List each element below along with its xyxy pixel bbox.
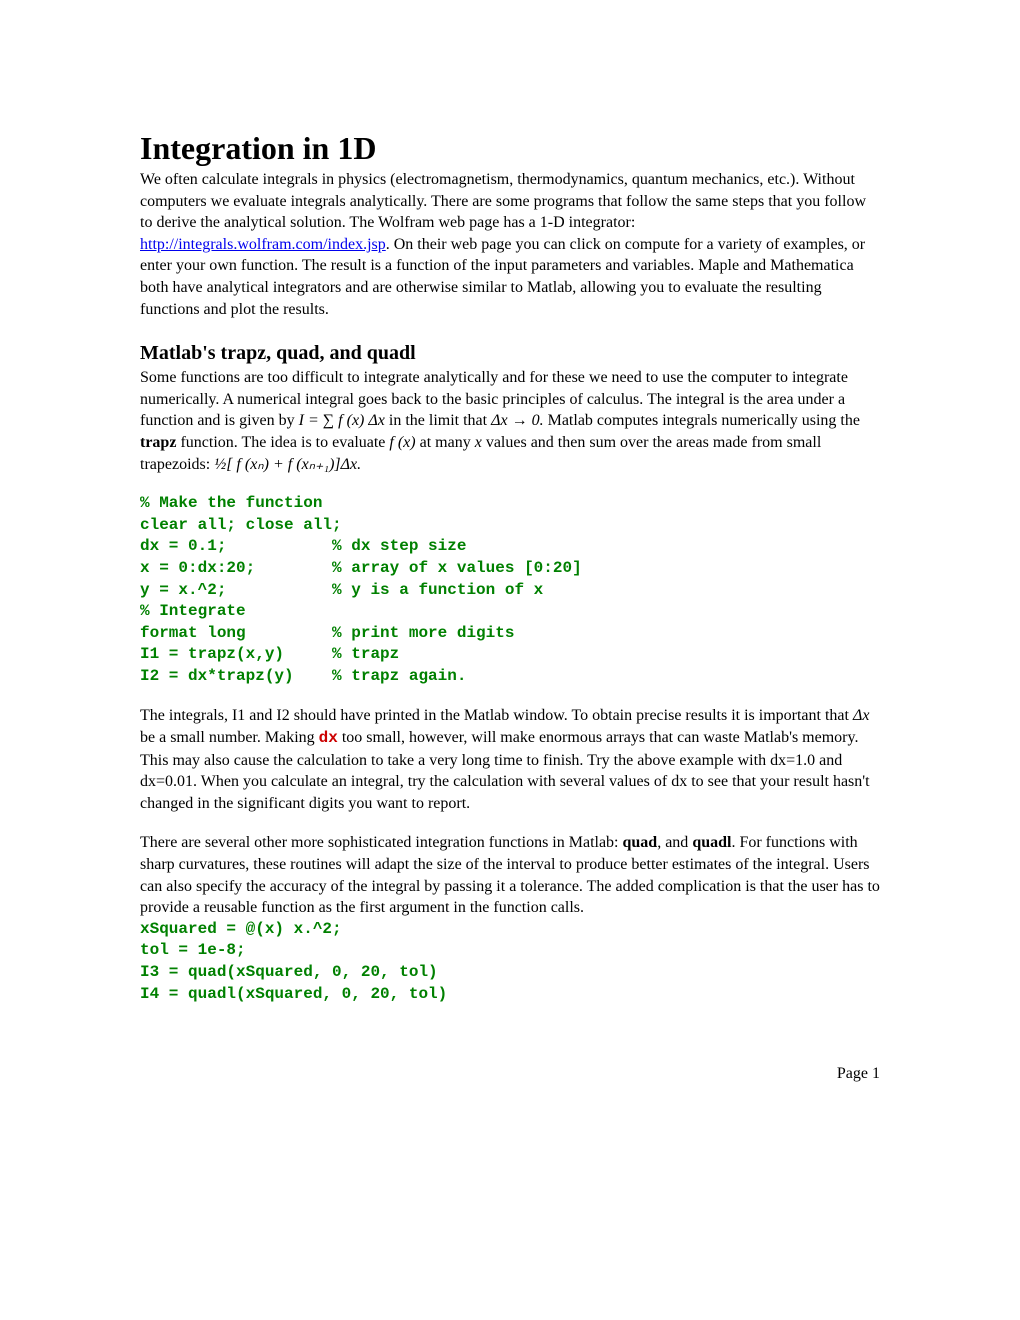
text: There are several other more sophisticat… — [140, 834, 623, 851]
page-footer: Page 1 — [140, 1065, 880, 1083]
quad-name: quad — [623, 834, 658, 851]
equation-limit: Δx → 0. — [491, 412, 544, 429]
code-block-2: xSquared = @(x) x.^2; tol = 1e-8; I3 = q… — [140, 919, 880, 1005]
dx-math: Δx — [853, 707, 870, 724]
paragraph-2: The integrals, I1 and I2 should have pri… — [140, 705, 880, 814]
equation-trap: ½[ f (xₙ) + f (xₙ₊₁)]Δx. — [214, 456, 361, 473]
paragraph-3: There are several other more sophisticat… — [140, 832, 880, 918]
page-title: Integration in 1D — [140, 130, 880, 167]
wolfram-link[interactable]: http://integrals.wolfram.com/index.jsp — [140, 236, 386, 253]
text: be a small number. Making — [140, 729, 319, 746]
intro-paragraph: We often calculate integrals in physics … — [140, 169, 880, 320]
equation-x: x — [475, 434, 482, 451]
intro-text-before: We often calculate integrals in physics … — [140, 171, 866, 231]
equation-fx: f (x) — [389, 434, 415, 451]
text: Matlab computes integrals numerically us… — [544, 412, 860, 429]
text: The integrals, I1 and I2 should have pri… — [140, 707, 853, 724]
section-paragraph-1: Some functions are too difficult to inte… — [140, 367, 880, 475]
trapz-name: trapz — [140, 434, 176, 451]
code-block-1: % Make the function clear all; close all… — [140, 493, 880, 687]
text: in the limit that — [385, 412, 491, 429]
text: at many — [416, 434, 475, 451]
text: function. The idea is to evaluate — [176, 434, 389, 451]
section-heading: Matlab's trapz, quad, and quadl — [140, 342, 880, 365]
document-page: Integration in 1D We often calculate int… — [0, 0, 1020, 1143]
equation-sum: I = ∑ f (x) Δx — [299, 412, 385, 429]
dx-code: dx — [319, 729, 338, 747]
text: , and — [657, 834, 692, 851]
quadl-name: quadl — [692, 834, 731, 851]
